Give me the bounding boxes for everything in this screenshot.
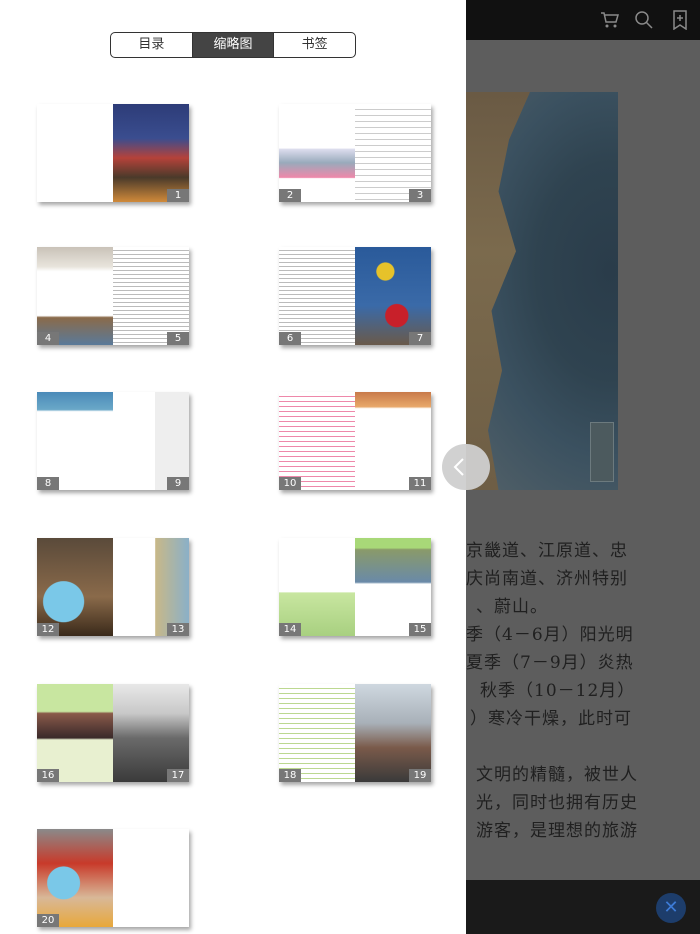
page-preview (113, 104, 189, 202)
page-preview (113, 392, 189, 490)
close-button[interactable]: ✕ (656, 893, 686, 923)
page-number: 3 (409, 189, 431, 202)
thumbnail-spread-5[interactable]: 8 9 (37, 392, 189, 490)
thumbnail-spread-7[interactable]: 12 13 (37, 538, 189, 636)
reader-line: 文明的精髓，被世人 (476, 765, 638, 785)
tab-contents[interactable]: 目录 (111, 33, 192, 57)
page-number: 18 (279, 769, 301, 782)
reader-line: 秋季（10－12月） (480, 681, 636, 701)
page-preview (113, 684, 189, 782)
map-land (460, 92, 530, 490)
page-preview (355, 104, 431, 202)
page-number: 8 (37, 477, 59, 490)
page-preview (355, 392, 431, 490)
page-number: 7 (409, 332, 431, 345)
reader-line: 夏季（7－9月）炎热 (466, 653, 634, 673)
page-number: 6 (279, 332, 301, 345)
page-number: 19 (409, 769, 431, 782)
page-preview (37, 247, 113, 345)
page-preview (113, 538, 189, 636)
page-preview (37, 104, 113, 202)
tab-thumbnails[interactable]: 缩略图 (191, 33, 274, 57)
thumbnail-spread-3[interactable]: 4 5 (37, 247, 189, 345)
reader-line: 京畿道、江原道、忠 (466, 541, 628, 561)
page-number: 13 (167, 623, 189, 636)
korea-map-image (460, 92, 618, 490)
page-number: 2 (279, 189, 301, 202)
page-preview (279, 247, 355, 345)
page-number: 11 (409, 477, 431, 490)
page-number: 16 (37, 769, 59, 782)
reader-line: 光，同时也拥有历史 (476, 793, 638, 813)
page-number: 9 (167, 477, 189, 490)
cart-icon[interactable] (600, 10, 620, 30)
thumbnail-spread-8[interactable]: 14 15 (279, 538, 431, 636)
page-preview (37, 684, 113, 782)
reader-line: 季（4－6月）阳光明 (466, 625, 634, 645)
bookmark-icon[interactable] (670, 10, 690, 31)
thumbnail-spread-11[interactable]: 20 (37, 829, 189, 927)
page-preview (355, 538, 431, 636)
view-segmented-control: 目录 缩略图 书签 (110, 32, 356, 58)
chevron-left-icon (453, 458, 464, 476)
collapse-panel-handle[interactable] (442, 444, 490, 490)
page-preview (279, 684, 355, 782)
page-number: 14 (279, 623, 301, 636)
reader-line: 庆尚南道、济州特别 (466, 569, 628, 589)
reader-line: 游客，是理想的旅游 (476, 821, 638, 841)
search-icon[interactable] (634, 10, 654, 30)
page-number: 15 (409, 623, 431, 636)
page-preview (355, 684, 431, 782)
page-number: 10 (279, 477, 301, 490)
page-number: 12 (37, 623, 59, 636)
thumbnail-spread-4[interactable]: 6 7 (279, 247, 431, 345)
thumbnail-spread-10[interactable]: 18 19 (279, 684, 431, 782)
page-preview (37, 392, 113, 490)
page-preview (113, 247, 189, 345)
page-number: 5 (167, 332, 189, 345)
thumbnail-panel: 目录 缩略图 书签 1 2 3 4 5 6 7 8 9 10 11 12 13 … (0, 0, 466, 934)
thumbnail-spread-9[interactable]: 16 17 (37, 684, 189, 782)
page-number: 17 (167, 769, 189, 782)
thumbnail-spread-6[interactable]: 10 11 (279, 392, 431, 490)
reader-line: 、蔚山。 (476, 597, 548, 617)
page-preview (279, 538, 355, 636)
page-preview (37, 538, 113, 636)
reader-line: ）寒冷干燥，此时可 (470, 709, 632, 729)
page-number: 20 (37, 914, 59, 927)
page-number: 1 (167, 189, 189, 202)
page-preview (113, 829, 189, 927)
map-legend (590, 422, 614, 482)
thumbnail-spread-2[interactable]: 2 3 (279, 104, 431, 202)
thumbnail-spread-1[interactable]: 1 (37, 104, 189, 202)
page-preview (355, 247, 431, 345)
page-preview (279, 392, 355, 490)
close-icon: ✕ (663, 897, 679, 918)
page-preview (37, 829, 113, 927)
page-number: 4 (37, 332, 59, 345)
page-preview (279, 104, 355, 202)
tab-bookmarks[interactable]: 书签 (273, 33, 355, 57)
